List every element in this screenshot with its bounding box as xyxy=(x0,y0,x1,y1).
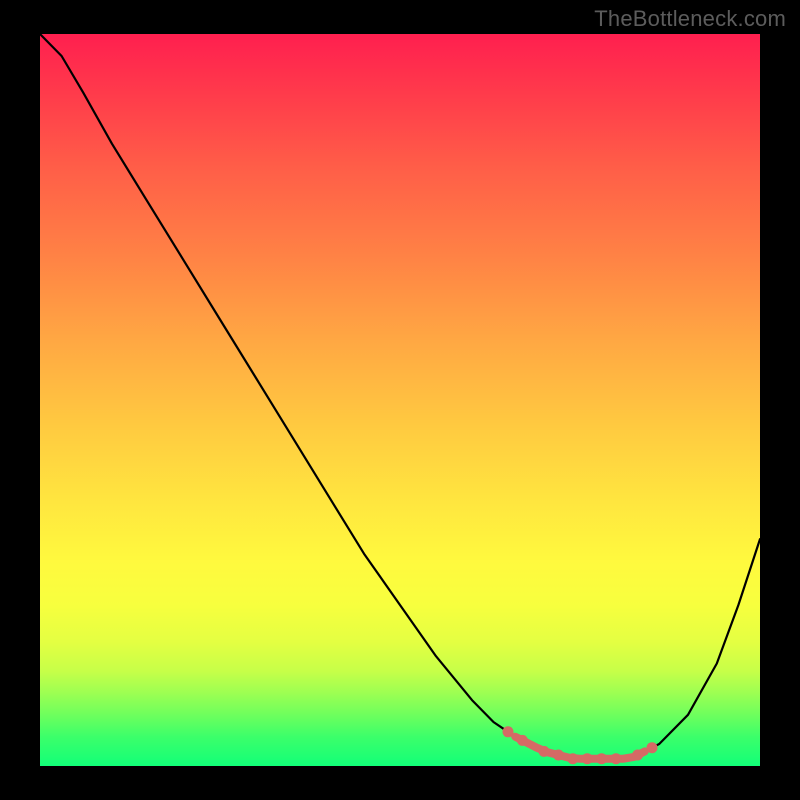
bottleneck-curve xyxy=(40,34,760,759)
optimal-range-band xyxy=(515,737,645,759)
optimal-marker xyxy=(582,753,593,764)
optimal-marker xyxy=(596,753,607,764)
optimal-marker xyxy=(517,735,528,746)
chart-svg xyxy=(40,34,760,766)
optimal-marker xyxy=(611,753,622,764)
optimal-marker xyxy=(503,726,514,737)
optimal-marker xyxy=(647,742,658,753)
watermark-text: TheBottleneck.com xyxy=(594,6,786,32)
optimal-marker xyxy=(632,750,643,761)
optimal-marker xyxy=(553,750,564,761)
plot-area xyxy=(40,34,760,766)
optimal-marker xyxy=(539,746,550,757)
optimal-marker xyxy=(567,753,578,764)
chart-frame: TheBottleneck.com xyxy=(0,0,800,800)
